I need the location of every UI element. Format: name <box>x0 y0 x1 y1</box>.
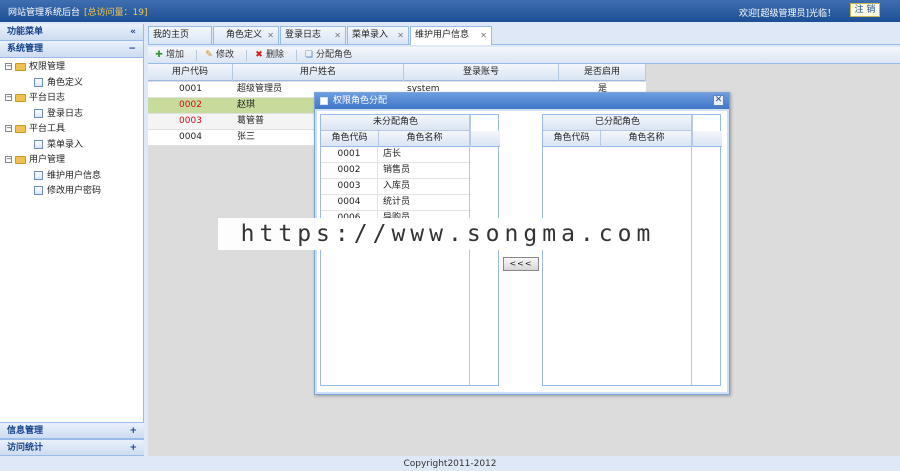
folder-icon <box>15 155 26 164</box>
col-role-name[interactable]: 角色名称 <box>379 131 471 147</box>
copyright-footer: Copyright2011-2012 <box>403 459 497 469</box>
toolbar-separator <box>296 50 297 61</box>
tree-collapse-icon[interactable]: − <box>5 156 12 163</box>
tab-login-log[interactable]: 登录日志 ✕ <box>280 26 346 44</box>
assigned-header: 角色代码 角色名称 <box>543 131 722 147</box>
page-icon <box>34 139 43 149</box>
tree-node-platform-log[interactable]: − 平台日志 <box>0 91 143 107</box>
unassigned-header: 角色代码 角色名称 <box>321 131 500 147</box>
tab-role-definition[interactable]: 角色定义 ✕ <box>213 26 279 44</box>
add-button[interactable]: ✚ 增加 <box>154 49 184 62</box>
tree-item-role-definition[interactable]: 角色定义 <box>0 76 143 92</box>
close-tab-icon[interactable]: ✕ <box>334 27 341 44</box>
list-item[interactable]: 0001 店长 <box>321 147 471 163</box>
page-icon <box>34 77 43 87</box>
col-login-account[interactable]: 登录账号 <box>404 64 559 81</box>
toolbar-separator <box>196 50 197 61</box>
tab-menu-entry[interactable]: 菜单录入 ✕ <box>347 26 409 44</box>
tree-node-user-management[interactable]: − 用户管理 <box>0 153 143 169</box>
col-role-code[interactable]: 角色代码 <box>543 131 601 147</box>
section-info-management[interactable]: 信息管理 + <box>0 422 144 439</box>
grid-toolbar: ✚ 增加 ✎ 修改 ✖ 删除 ❏ 分配角色 <box>148 47 900 64</box>
edit-button[interactable]: ✎ 修改 <box>204 49 234 62</box>
add-icon: ✚ <box>155 50 163 60</box>
tree-item-maintain-user[interactable]: 维护用户信息 <box>0 169 143 185</box>
list-item[interactable]: 0002 销售员 <box>321 163 471 179</box>
page-icon <box>34 108 43 118</box>
list-item[interactable]: 0004 统计员 <box>321 195 471 211</box>
section-label: 系统管理 <box>7 44 44 54</box>
close-dialog-icon[interactable]: ✕ <box>713 95 724 106</box>
close-tab-icon[interactable]: ✕ <box>267 27 274 44</box>
tab-bar: 我的主页 角色定义 ✕ 登录日志 ✕ 菜单录入 ✕ 维护用户信息 ✕ <box>148 26 900 45</box>
sidebar-bottom-panels: 信息管理 + 访问统计 + <box>0 422 144 456</box>
col-user-name[interactable]: 用户姓名 <box>233 64 404 81</box>
welcome-text: 欢迎[超级管理员]光临！ <box>738 9 836 19</box>
page-icon <box>34 170 43 180</box>
move-left-button[interactable]: <<< <box>503 257 539 271</box>
dialog-body: 未分配角色 角色代码 角色名称 0001 店长 0002 销售员 0003 入库员 0… <box>317 111 727 392</box>
close-tab-icon[interactable]: ✕ <box>480 27 487 44</box>
dialog-title: 权限角色分配 <box>333 96 388 106</box>
tree-collapse-icon[interactable]: − <box>5 125 12 132</box>
grid-header: 用户代码 用户姓名 登录账号 是否启用 <box>148 64 646 81</box>
expand-icon[interactable]: + <box>129 440 137 456</box>
page-icon <box>34 186 43 195</box>
delete-button[interactable]: ✖ 删除 <box>254 49 284 62</box>
close-tab-icon[interactable]: ✕ <box>397 27 404 44</box>
column-divider <box>469 115 470 385</box>
assigned-title: 已分配角色 <box>543 115 693 131</box>
edit-icon: ✎ <box>205 50 213 60</box>
expand-icon[interactable]: + <box>129 423 137 439</box>
tree-collapse-icon[interactable]: − <box>5 94 12 101</box>
col-role-code[interactable]: 角色代码 <box>321 131 379 147</box>
collapse-section-icon[interactable]: − <box>128 41 136 57</box>
folder-icon <box>15 93 26 102</box>
app-title: 网站管理系统后台 [总访问量：19] <box>8 8 148 18</box>
toolbar-separator <box>246 50 247 61</box>
sidebar-header: 功能菜单 « <box>0 24 143 41</box>
section-system-management[interactable]: 系统管理 − <box>0 41 143 58</box>
col-user-code[interactable]: 用户代码 <box>148 64 233 81</box>
assigned-roles-list: 已分配角色 角色代码 角色名称 <box>542 114 722 386</box>
tree-node-permission[interactable]: − 权限管理 <box>0 60 143 76</box>
assign-role-button[interactable]: ❏ 分配角色 <box>304 49 352 62</box>
collapse-sidebar-icon[interactable]: « <box>130 24 136 40</box>
folder-icon <box>15 62 26 71</box>
list-item[interactable]: 0003 入库员 <box>321 179 471 195</box>
window-icon <box>320 97 328 105</box>
logout-button[interactable]: 注 销 <box>850 3 880 17</box>
watermark: https://www.songma.com <box>218 218 678 250</box>
col-role-name[interactable]: 角色名称 <box>601 131 693 147</box>
sidebar: 功能菜单 « 系统管理 − − 权限管理 角色定义 − 平台日志 登录日志 − 平台工… <box>0 24 144 456</box>
col-enabled[interactable]: 是否启用 <box>559 64 646 81</box>
tree-item-menu-entry[interactable]: 菜单录入 <box>0 138 143 154</box>
column-divider <box>691 115 692 385</box>
app-header: 网站管理系统后台 [总访问量：19] 欢迎[超级管理员]光临！ 注 销 <box>0 0 900 22</box>
visit-count: [总访问量：19] <box>84 8 148 18</box>
tree-node-platform-tools[interactable]: − 平台工具 <box>0 122 143 138</box>
tab-home[interactable]: 我的主页 <box>148 26 212 44</box>
tree-collapse-icon[interactable]: − <box>5 63 12 70</box>
unassigned-roles-list: 未分配角色 角色代码 角色名称 0001 店长 0002 销售员 0003 入库员 0… <box>320 114 500 386</box>
sidebar-title: 功能菜单 <box>7 27 44 37</box>
delete-icon: ✖ <box>255 50 263 60</box>
dialog-titlebar[interactable]: 权限角色分配 ✕ <box>315 93 729 109</box>
tab-maintain-user[interactable]: 维护用户信息 ✕ <box>410 26 492 45</box>
unassigned-title: 未分配角色 <box>321 115 471 131</box>
tree-item-change-password[interactable]: 修改用户密码 <box>0 184 143 200</box>
tree-item-login-log[interactable]: 登录日志 <box>0 107 143 123</box>
folder-icon <box>15 124 26 133</box>
menu-tree: − 权限管理 角色定义 − 平台日志 登录日志 − 平台工具 菜单录入 − 用户管理 维… <box>0 58 143 202</box>
section-visit-stats[interactable]: 访问统计 + <box>0 439 144 456</box>
assign-role-icon: ❏ <box>304 50 314 60</box>
